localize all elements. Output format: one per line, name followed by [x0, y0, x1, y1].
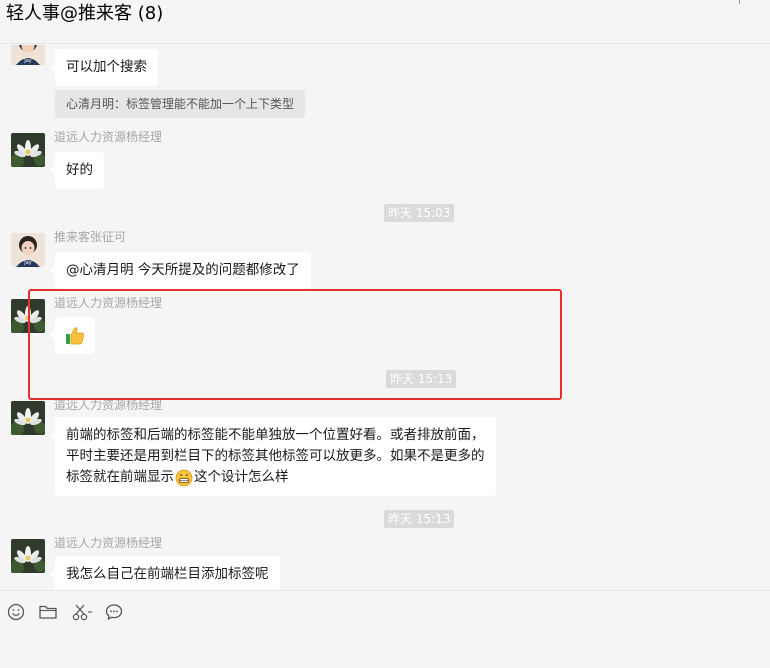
message-bubble[interactable]: 好的 [50, 152, 104, 189]
highlight-box [28, 289, 562, 400]
message-list[interactable]: Jay 可以加个搜索 心清月明：标签管理能不能加一个上下类型 道远人力资源杨经理… [0, 45, 770, 590]
avatar-yang[interactable] [11, 539, 45, 573]
avatar-zhang[interactable]: Jay [11, 233, 45, 267]
message-bubble[interactable]: 可以加个搜索 [50, 49, 158, 86]
avatar-yang[interactable] [11, 401, 45, 435]
message-text: 可以加个搜索 [66, 59, 147, 75]
screenshot-button[interactable] [70, 601, 96, 623]
avatar-zhang[interactable]: Jay [11, 45, 45, 65]
chat-bubble-icon [105, 603, 123, 621]
message-text: 这个设计怎么样 [194, 469, 289, 485]
grin-emoji-icon [175, 469, 193, 487]
folder-icon [38, 603, 58, 621]
message-bubble[interactable]: 我怎么自己在前端栏目添加标签呢 [50, 556, 280, 590]
quote-text: 心清月明：标签管理能不能加一个上下类型 [66, 97, 295, 111]
svg-text:Jay: Jay [23, 58, 32, 64]
message-text-line: 标签就在前端显示 这个设计怎么样 [66, 467, 485, 488]
avatar-yang[interactable] [11, 133, 45, 167]
sender-name[interactable]: 道远人力资源杨经理 [54, 130, 162, 144]
sender-name[interactable]: 道远人力资源杨经理 [54, 536, 162, 550]
message-text: 前端的标签和后端的标签能不能单独放一个位置好看。或者排放前面， [66, 427, 485, 443]
quoted-message[interactable]: 心清月明：标签管理能不能加一个上下类型 [55, 90, 306, 118]
chat-history-button[interactable] [103, 601, 125, 623]
svg-text:Jay: Jay [23, 260, 32, 266]
message-text: 好的 [66, 162, 93, 178]
sender-name[interactable]: 推来客张征可 [54, 230, 126, 244]
emoji-icon [7, 603, 25, 621]
emoji-button[interactable] [5, 601, 27, 623]
chat-title[interactable]: 轻人事@推来客 (8) [6, 2, 163, 26]
message-text: 平时主要还是用到栏目下的标签其他标签可以放更多。如果不是更多的 [66, 448, 485, 464]
timestamp: 昨天 15:13 [384, 510, 455, 528]
message-bubble[interactable]: @心清月明 今天所提及的问题都修改了 [50, 252, 311, 289]
header-divider [739, 0, 740, 4]
scissors-icon [71, 603, 95, 621]
input-toolbar [0, 590, 770, 668]
message-bubble[interactable]: 前端的标签和后端的标签能不能单独放一个位置好看。或者排放前面， 平时主要还是用到… [50, 417, 496, 496]
file-button[interactable] [37, 601, 59, 623]
message-text: 标签就在前端显示 [66, 469, 174, 485]
timestamp: 昨天 15:03 [384, 204, 455, 222]
sender-name[interactable]: 道远人力资源杨经理 [54, 398, 162, 412]
chat-header: 轻人事@推来客 (8) [0, 0, 770, 44]
message-text: @心清月明 今天所提及的问题都修改了 [66, 262, 300, 278]
message-text: 我怎么自己在前端栏目添加标签呢 [66, 566, 269, 582]
